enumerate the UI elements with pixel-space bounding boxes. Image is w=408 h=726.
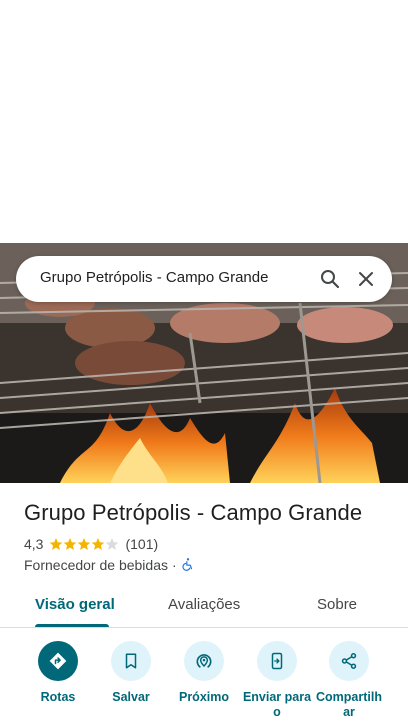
tab-overview[interactable]: Visão geral xyxy=(35,596,115,613)
search-input[interactable]: Grupo Petrópolis - Campo Grande xyxy=(40,269,268,286)
share-button[interactable]: Compartilhar xyxy=(313,641,385,720)
nearby-button-circle[interactable] xyxy=(184,641,224,681)
star-rating xyxy=(49,537,119,551)
nearby-label: Próximo xyxy=(178,690,229,704)
directions-icon xyxy=(49,652,67,670)
tab-bar: Visão geral Avaliações Sobre xyxy=(0,585,408,628)
bookmark-icon xyxy=(125,653,137,669)
send-to-phone-button-circle[interactable] xyxy=(257,641,297,681)
save-button-circle[interactable] xyxy=(111,641,151,681)
category-row: Fornecedor de bebidas · xyxy=(24,556,195,574)
wheelchair-accessible-icon[interactable] xyxy=(181,557,195,574)
send-to-phone-label: Enviar para o xyxy=(242,690,312,719)
active-tab-indicator xyxy=(35,624,109,627)
nearby-button[interactable]: Próximo xyxy=(168,641,240,705)
share-label: Compartilhar xyxy=(316,690,382,719)
share-button-circle[interactable] xyxy=(329,641,369,681)
nearby-icon xyxy=(196,654,212,668)
rating-row[interactable]: 4,3 (101) xyxy=(24,535,158,553)
review-count[interactable]: (101) xyxy=(125,536,158,552)
share-icon xyxy=(341,653,357,669)
place-title: Grupo Petrópolis - Campo Grande xyxy=(24,500,363,525)
send-to-phone-button[interactable]: Enviar para o xyxy=(241,641,313,720)
directions-button-circle[interactable] xyxy=(38,641,78,681)
search-icon[interactable] xyxy=(318,267,342,291)
rating-value: 4,3 xyxy=(24,536,44,552)
separator: · xyxy=(172,557,177,573)
close-icon[interactable] xyxy=(354,267,378,291)
save-label: Salvar xyxy=(112,690,150,704)
search-bar[interactable]: Grupo Petrópolis - Campo Grande xyxy=(16,256,392,302)
send-to-phone-icon xyxy=(271,652,283,670)
directions-label: Rotas xyxy=(40,690,76,704)
tab-about[interactable]: Sobre xyxy=(317,596,357,613)
tab-reviews[interactable]: Avaliações xyxy=(168,596,240,613)
directions-button[interactable]: Rotas xyxy=(22,641,94,705)
save-button[interactable]: Salvar xyxy=(95,641,167,705)
place-category: Fornecedor de bebidas xyxy=(24,557,168,573)
